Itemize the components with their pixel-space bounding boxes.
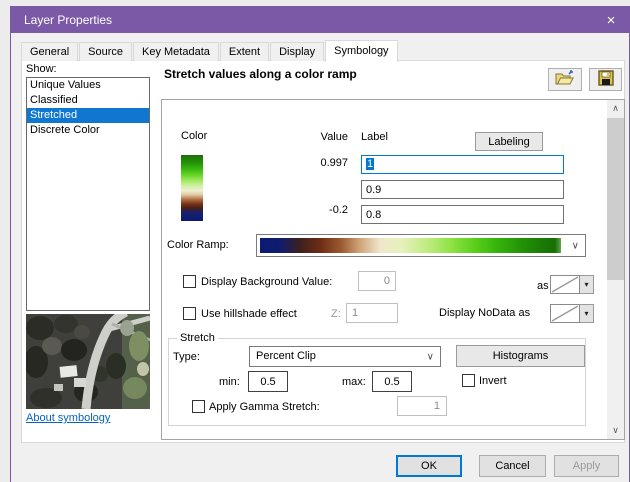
column-header-label: Label: [361, 131, 388, 143]
scrollbar-thumb[interactable]: [607, 118, 624, 280]
label-input-3-wrap: [361, 205, 564, 224]
list-item-stretched[interactable]: Stretched: [27, 108, 149, 123]
label-input-3[interactable]: [361, 205, 564, 224]
value-min: -0.2: [329, 204, 348, 216]
stretch-group-legend: Stretch: [177, 332, 218, 345]
label-input-1[interactable]: 1: [361, 155, 564, 174]
apply-gamma-stretch-checkbox[interactable]: [192, 400, 205, 413]
stretch-type-label: Type:: [173, 351, 200, 363]
display-background-value-label: Display Background Value:: [201, 276, 333, 288]
column-header-color: Color: [181, 130, 208, 142]
title-bar[interactable]: Layer Properties ×: [11, 7, 629, 33]
stretched-options-panel: Color Value Label Labeling 0.997 -0.2 1 …: [161, 99, 625, 440]
tab-extent[interactable]: Extent: [219, 42, 270, 61]
use-hillshade-checkbox[interactable]: [183, 307, 196, 320]
about-symbology-link[interactable]: About symbology: [26, 412, 110, 424]
as-label: as: [537, 280, 549, 292]
tab-symbology[interactable]: Symbology: [325, 40, 398, 62]
cancel-button[interactable]: Cancel: [479, 455, 546, 477]
apply-gamma-stretch-label: Apply Gamma Stretch:: [209, 401, 320, 413]
color-ramp-label: Color Ramp:: [167, 239, 229, 251]
background-color-dropdown[interactable]: ▾: [550, 275, 594, 294]
save-icon: [597, 70, 614, 89]
apply-button[interactable]: Apply: [554, 455, 619, 477]
invert-label: Invert: [479, 375, 507, 387]
z-factor-input[interactable]: [346, 303, 398, 323]
color-ramp-dropdown[interactable]: ∨: [256, 234, 586, 257]
color-ramp-vertical-preview: [181, 155, 203, 221]
z-label: Z:: [331, 308, 341, 320]
ok-button[interactable]: OK: [396, 455, 462, 477]
open-folder-icon: [555, 70, 575, 89]
vertical-scrollbar[interactable]: ∧ ∨: [607, 100, 624, 439]
chevron-down-icon: ∨: [426, 351, 434, 362]
min-input-wrap: [248, 371, 288, 392]
renderer-listbox: Unique Values Classified Stretched Discr…: [26, 77, 150, 311]
z-input-wrap: [346, 303, 398, 323]
value-max: 0.997: [320, 157, 348, 169]
tab-source[interactable]: Source: [79, 42, 132, 61]
scroll-down-icon[interactable]: ∨: [607, 422, 624, 439]
gamma-input-wrap: [397, 396, 447, 416]
import-symbology-button[interactable]: [548, 68, 582, 91]
label-input-2-wrap: [361, 180, 564, 199]
no-color-swatch-icon: [550, 304, 580, 323]
close-icon[interactable]: ×: [593, 7, 629, 33]
background-value-input[interactable]: [358, 271, 396, 291]
histograms-button[interactable]: Histograms: [456, 345, 585, 367]
invert-checkbox[interactable]: [462, 374, 475, 387]
no-color-swatch-icon: [550, 275, 580, 294]
column-header-value: Value: [320, 131, 348, 143]
nodata-color-dropdown[interactable]: ▾: [550, 304, 594, 323]
label-input-2[interactable]: [361, 180, 564, 199]
display-background-value-checkbox[interactable]: [183, 275, 196, 288]
tab-general[interactable]: General: [21, 42, 79, 61]
scroll-up-icon[interactable]: ∧: [607, 100, 624, 117]
list-item-unique-values[interactable]: Unique Values: [27, 78, 149, 93]
max-input-wrap: [372, 371, 412, 392]
save-symbology-button[interactable]: [589, 68, 622, 91]
layer-preview-thumbnail: [26, 314, 150, 409]
use-hillshade-label: Use hillshade effect: [201, 308, 297, 320]
show-label: Show:: [26, 63, 57, 75]
dropdown-arrow-icon[interactable]: ▾: [580, 275, 594, 294]
gamma-input[interactable]: [397, 396, 447, 416]
panel-header: Stretch values along a color ramp: [164, 67, 357, 81]
background-value-input-wrap: [358, 271, 396, 291]
max-label: max:: [342, 376, 366, 388]
window-title: Layer Properties: [24, 13, 113, 27]
display-nodata-as-label: Display NoData as: [439, 307, 531, 319]
list-item-discrete-color[interactable]: Discrete Color: [27, 123, 149, 138]
max-input[interactable]: [372, 371, 412, 392]
list-item-classified[interactable]: Classified: [27, 93, 149, 108]
symbology-tab-page: Show: Unique Values Classified Stretched…: [21, 60, 625, 443]
dropdown-arrow-icon[interactable]: ▾: [580, 304, 594, 323]
labeling-button[interactable]: Labeling: [475, 132, 543, 151]
stretch-type-dropdown[interactable]: Percent Clip ∨: [249, 346, 441, 367]
selected-text: 1: [366, 158, 375, 170]
min-label: min:: [219, 376, 240, 388]
tab-key-metadata[interactable]: Key Metadata: [133, 42, 219, 61]
stretch-groupbox: Stretch Type: Percent Clip ∨ Histograms …: [168, 332, 586, 426]
min-input[interactable]: [248, 371, 288, 392]
layer-properties-dialog: Layer Properties × General Source Key Me…: [10, 6, 630, 482]
tab-display[interactable]: Display: [270, 42, 325, 61]
chevron-down-icon: ∨: [571, 240, 579, 251]
stretch-type-value: Percent Clip: [256, 350, 316, 362]
color-ramp-gradient: [260, 238, 561, 253]
tab-strip: General Source Key Metadata Extent Displ…: [21, 40, 399, 62]
